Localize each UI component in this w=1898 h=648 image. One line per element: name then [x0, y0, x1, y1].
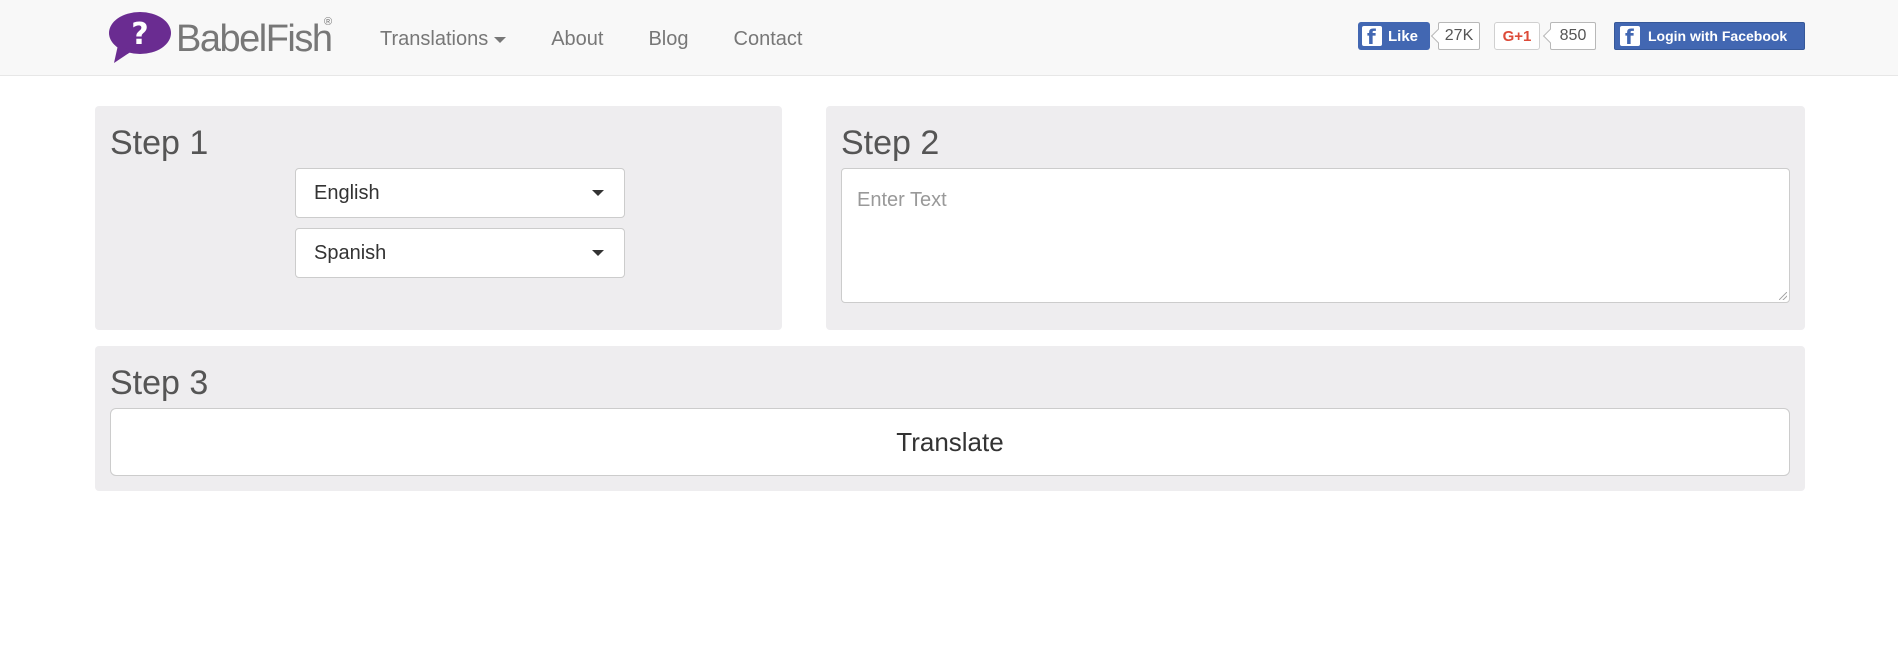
- logo-text: BabelFish: [176, 18, 333, 60]
- nav-blog-link[interactable]: Blog: [648, 29, 688, 49]
- step3-panel: Step 3 Translate: [95, 346, 1805, 491]
- source-text-placeholder: Enter Text: [857, 189, 947, 211]
- to-language-value: Spanish: [314, 242, 387, 264]
- nav-item-label: Translations: [380, 28, 489, 50]
- top-navbar: ? BabelFish ® Translations About Blog Co…: [0, 0, 1898, 76]
- step1-title: Step 1: [110, 124, 209, 162]
- caret-down-icon: [592, 190, 604, 196]
- facebook-like-count: 27K: [1438, 22, 1480, 50]
- nav-item-label: About: [551, 28, 604, 50]
- step2-title: Step 2: [841, 124, 940, 162]
- translate-button[interactable]: Translate: [110, 408, 1790, 476]
- nav-translations-dropdown[interactable]: Translations: [380, 28, 507, 50]
- nav-about-link[interactable]: About: [551, 29, 603, 49]
- main-nav: Translations About Blog Contact: [380, 0, 847, 76]
- facebook-like-button[interactable]: f Like: [1358, 22, 1430, 50]
- step2-panel: Step 2 Enter Text: [826, 106, 1805, 330]
- resize-handle-icon[interactable]: [1779, 292, 1787, 300]
- facebook-icon: f: [1620, 26, 1640, 48]
- from-language-value: English: [314, 182, 380, 204]
- nav-contact-link[interactable]: Contact: [734, 29, 803, 49]
- registered-mark: ®: [324, 16, 333, 28]
- google-plus-icon: G+1: [1502, 27, 1532, 45]
- from-language-select[interactable]: English: [295, 168, 625, 218]
- speech-bubble-logo-icon: ?: [109, 12, 171, 63]
- logo-mark: ?: [131, 17, 148, 52]
- nav-item-label: Blog: [648, 28, 689, 50]
- step3-title: Step 3: [110, 364, 209, 402]
- source-text-input[interactable]: Enter Text: [841, 168, 1790, 303]
- caret-down-icon: [494, 37, 507, 43]
- babelfish-logo[interactable]: ? BabelFish: [108, 11, 338, 65]
- login-with-facebook-button[interactable]: f Login with Facebook: [1614, 22, 1805, 50]
- caret-down-icon: [592, 250, 604, 256]
- google-plus-count: 850: [1550, 22, 1596, 50]
- facebook-like-label: Like: [1388, 27, 1419, 45]
- google-plus-one-button[interactable]: G+1: [1494, 22, 1540, 50]
- translate-button-label: Translate: [896, 426, 1004, 457]
- facebook-login-label: Login with Facebook: [1648, 28, 1788, 44]
- facebook-icon: f: [1362, 26, 1382, 48]
- to-language-select[interactable]: Spanish: [295, 228, 625, 278]
- nav-item-label: Contact: [733, 28, 803, 50]
- step1-panel: Step 1 From English To Spanish: [95, 106, 782, 330]
